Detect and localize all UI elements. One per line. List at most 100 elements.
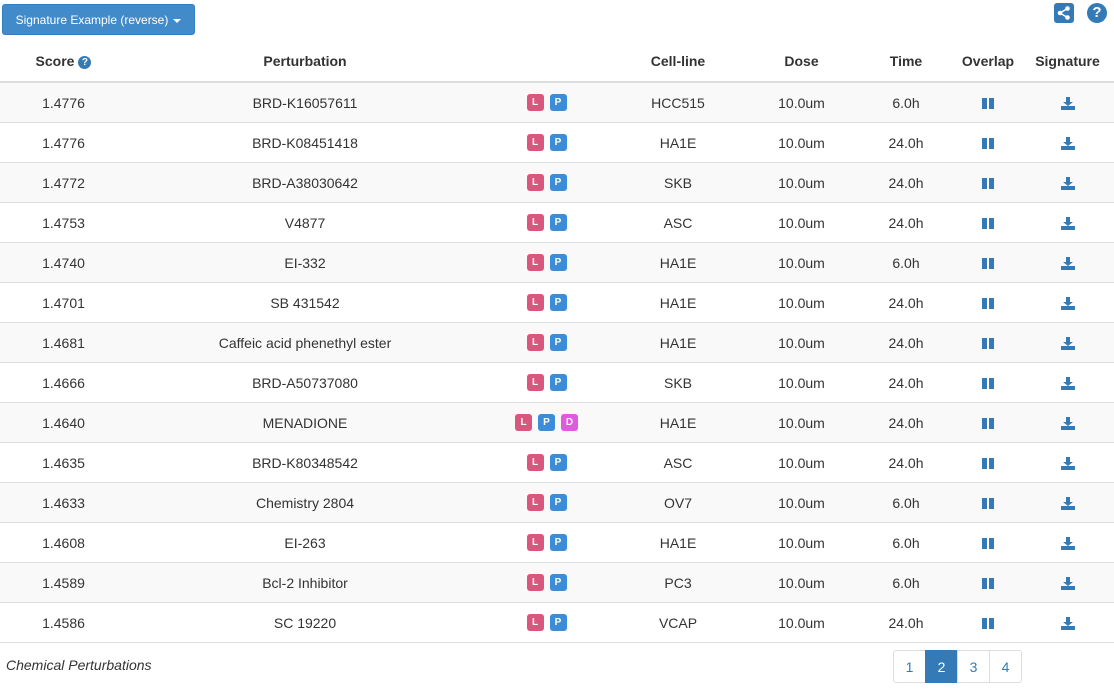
score-cell: 1.4640 [0,402,127,443]
header-score[interactable]: Score? [0,41,127,83]
time-cell: 24.0h [857,162,955,203]
badge-p[interactable]: P [549,174,567,192]
download-icon[interactable] [1060,617,1075,631]
badge-p[interactable]: P [549,94,567,112]
badge-d[interactable]: D [561,414,578,432]
badge-l[interactable]: L [526,614,544,632]
columns-icon[interactable] [982,618,994,630]
table-header-row: Score? Perturbation Cell-line Dose Time … [0,41,1114,83]
badge-p[interactable]: P [549,334,567,352]
cell-line-cell: HA1E [610,242,746,283]
badge-l[interactable]: L [526,534,544,552]
badge-p[interactable]: P [549,494,567,512]
score-help-icon[interactable]: ? [78,56,92,69]
badge-l[interactable]: L [526,174,544,192]
columns-icon[interactable] [982,458,994,470]
signature-cell [1021,202,1114,243]
header-perturbation[interactable]: Perturbation [127,41,483,83]
badges-cell: LP [483,562,610,603]
badge-l[interactable]: L [526,134,544,152]
download-icon[interactable] [1060,137,1075,151]
header-dose[interactable]: Dose [746,41,857,83]
header-time[interactable]: Time [857,41,955,83]
download-icon[interactable] [1060,177,1075,191]
page-2-button[interactable]: 2 [925,650,958,683]
table-row: 1.4776 BRD-K16057611 L P HCC515 10.0um 6.0h [0,81,1114,123]
download-icon[interactable] [1060,417,1075,431]
download-icon[interactable] [1060,457,1075,471]
score-cell: 1.4776 [0,81,127,123]
columns-icon[interactable] [982,98,994,110]
download-icon[interactable] [1060,97,1075,111]
columns-icon[interactable] [982,258,994,270]
badge-l[interactable]: L [526,334,544,352]
badge-l[interactable]: L [526,574,544,592]
time-cell: 24.0h [857,322,955,363]
badge-p[interactable]: P [549,614,567,632]
table-row: 1.4776 BRD-K08451418 L P HA1E 10.0um 24.0h [0,122,1114,163]
badge-p[interactable]: P [549,294,567,312]
columns-icon[interactable] [982,538,994,550]
signature-example-dropdown-button[interactable]: Signature Example (reverse) [2,4,195,35]
caret-down-icon [173,18,182,23]
badge-l[interactable]: L [515,414,532,432]
page-4-button[interactable]: 4 [989,650,1022,683]
score-cell: 1.4589 [0,562,127,603]
columns-icon[interactable] [982,378,994,390]
badge-p[interactable]: P [549,534,567,552]
badge-l[interactable]: L [526,454,544,472]
download-icon[interactable] [1060,497,1075,511]
dose-cell: 10.0um [746,602,857,643]
columns-icon[interactable] [982,338,994,350]
columns-icon[interactable] [982,298,994,310]
columns-icon[interactable] [982,138,994,150]
badge-p[interactable]: P [549,374,567,392]
download-icon[interactable] [1060,297,1075,311]
header-badges [483,41,610,83]
cell-line-cell: HCC515 [610,81,746,123]
cell-line-cell: HA1E [610,322,746,363]
header-overlap: Overlap [955,41,1021,83]
download-icon[interactable] [1060,337,1075,351]
header-cell-line[interactable]: Cell-line [610,41,746,83]
help-icon[interactable]: ? [1087,3,1107,23]
badge-l[interactable]: L [526,254,544,272]
badges-cell: LP [483,122,610,163]
cell-line-cell: OV7 [610,482,746,523]
signature-cell [1021,362,1114,403]
download-icon[interactable] [1060,537,1075,551]
download-icon[interactable] [1060,217,1075,231]
share-icon[interactable] [1054,3,1074,23]
dose-cell: 10.0um [746,162,857,203]
columns-icon[interactable] [982,418,994,430]
columns-icon[interactable] [982,578,994,590]
columns-icon[interactable] [982,178,994,190]
badge-p[interactable]: P [549,134,567,152]
badge-p[interactable]: P [538,414,555,432]
perturbation-cell: MENADIONE [127,402,483,443]
badge-l[interactable]: L [526,294,544,312]
page-1-button[interactable]: 1 [893,650,926,683]
perturbation-cell: SB 431542 [127,282,483,323]
columns-icon[interactable] [982,218,994,230]
badges-cell: LP [483,162,610,203]
columns-icon[interactable] [982,498,994,510]
download-icon[interactable] [1060,577,1075,591]
overlap-cell [955,402,1021,443]
download-icon[interactable] [1060,377,1075,391]
table-row: 1.4635 BRD-K80348542 L P ASC 10.0um 24.0h [0,442,1114,483]
badge-p[interactable]: P [549,214,567,232]
signature-cell [1021,242,1114,283]
badge-p[interactable]: P [549,254,567,272]
badge-l[interactable]: L [526,494,544,512]
badge-l[interactable]: L [526,94,544,112]
page-3-button[interactable]: 3 [957,650,990,683]
download-icon[interactable] [1060,257,1075,271]
badge-p[interactable]: P [549,574,567,592]
cell-line-cell: PC3 [610,562,746,603]
badge-p[interactable]: P [549,454,567,472]
badge-l[interactable]: L [526,214,544,232]
overlap-cell [955,322,1021,363]
badge-l[interactable]: L [526,374,544,392]
badges-cell: LP [483,322,610,363]
